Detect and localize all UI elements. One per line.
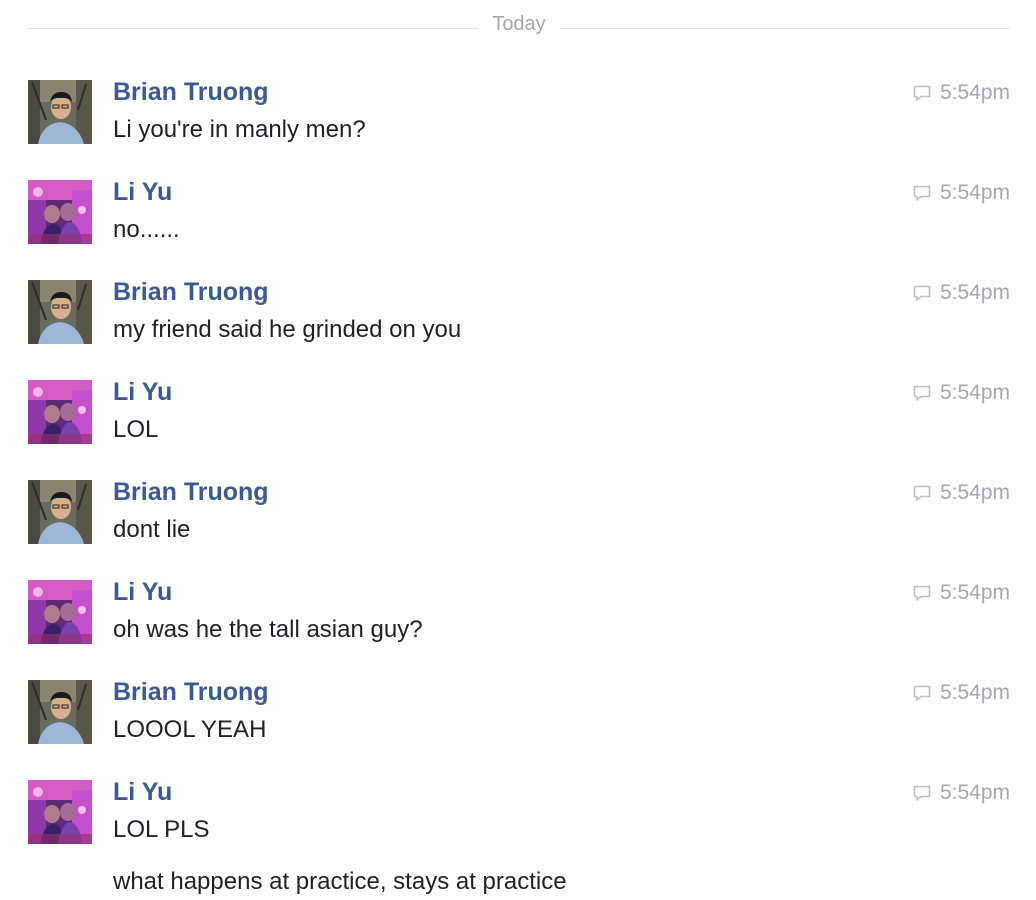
timestamp-label: 5:54pm	[939, 781, 1010, 804]
divider-line-right	[560, 28, 1010, 29]
sender-name[interactable]: Li Yu	[113, 378, 172, 407]
sender-name[interactable]: Brian Truong	[113, 278, 269, 307]
message-timestamp[interactable]: 5:54pm	[912, 380, 1010, 406]
avatar-li[interactable]	[28, 580, 92, 644]
message-text: LOL	[113, 416, 159, 443]
message-timestamp[interactable]: 5:54pm	[912, 80, 1010, 106]
speech-bubble-icon	[913, 285, 931, 301]
avatar-brian[interactable]	[28, 80, 92, 144]
sender-name[interactable]: Brian Truong	[113, 478, 269, 507]
timestamp-label: 5:54pm	[939, 681, 1010, 704]
timestamp-label: 5:54pm	[939, 281, 1010, 304]
message-text: no......	[113, 216, 180, 243]
message-text: LOOOL YEAH	[113, 716, 267, 743]
sender-name[interactable]: Brian Truong	[113, 78, 269, 107]
speech-bubble-icon	[913, 385, 931, 401]
message-timestamp[interactable]: 5:54pm	[912, 680, 1010, 706]
sender-name[interactable]: Li Yu	[113, 578, 172, 607]
sender-name[interactable]: Li Yu	[113, 778, 172, 807]
timestamp-label: 5:54pm	[939, 381, 1010, 404]
message-row: Li Yu LOL 5:54pm	[28, 378, 1010, 460]
message-text: Li you're in manly men?	[113, 116, 366, 143]
message-text-continuation: what happens at practice, stays at pract…	[113, 868, 567, 895]
speech-bubble-icon	[913, 685, 931, 701]
avatar-brian[interactable]	[28, 680, 92, 744]
speech-bubble-icon	[913, 185, 931, 201]
sender-name[interactable]: Brian Truong	[113, 678, 269, 707]
avatar-brian[interactable]	[28, 480, 92, 544]
message-timestamp[interactable]: 5:54pm	[912, 180, 1010, 206]
message-row: Li Yu LOL PLS 5:54pm	[28, 778, 1010, 860]
message-row: Brian Truong LOOOL YEAH 5:54pm	[28, 678, 1010, 760]
date-divider-label: Today	[492, 13, 546, 35]
timestamp-label: 5:54pm	[939, 81, 1010, 104]
message-row: Brian Truong Li you're in manly men? 5:54p…	[28, 78, 1010, 160]
message-timestamp[interactable]: 5:54pm	[912, 280, 1010, 306]
message-text: dont lie	[113, 516, 191, 543]
message-text: oh was he the tall asian guy?	[113, 616, 423, 643]
speech-bubble-icon	[913, 785, 931, 801]
timestamp-label: 5:54pm	[939, 181, 1010, 204]
speech-bubble-icon	[913, 85, 931, 101]
timestamp-label: 5:54pm	[939, 481, 1010, 504]
speech-bubble-icon	[913, 585, 931, 601]
message-row: Brian Truong dont lie 5:54pm	[28, 478, 1010, 560]
timestamp-label: 5:54pm	[939, 581, 1010, 604]
message-timestamp[interactable]: 5:54pm	[912, 480, 1010, 506]
message-row: Li Yu no...... 5:54pm	[28, 178, 1010, 260]
avatar-li[interactable]	[28, 780, 92, 844]
message-text: LOL PLS	[113, 816, 210, 843]
message-row: Brian Truong my friend said he grinded on…	[28, 278, 1010, 360]
message-row: Li Yu oh was he the tall asian guy? 5:54pm	[28, 578, 1010, 660]
message-timestamp[interactable]: 5:54pm	[912, 580, 1010, 606]
date-divider: Today	[28, 10, 1010, 40]
avatar-brian[interactable]	[28, 280, 92, 344]
sender-name[interactable]: Li Yu	[113, 178, 172, 207]
speech-bubble-icon	[913, 485, 931, 501]
avatar-li[interactable]	[28, 180, 92, 244]
divider-line-left	[28, 28, 478, 29]
message-timestamp[interactable]: 5:54pm	[912, 780, 1010, 806]
message-text: my friend said he grinded on you	[113, 316, 462, 343]
avatar-li[interactable]	[28, 380, 92, 444]
